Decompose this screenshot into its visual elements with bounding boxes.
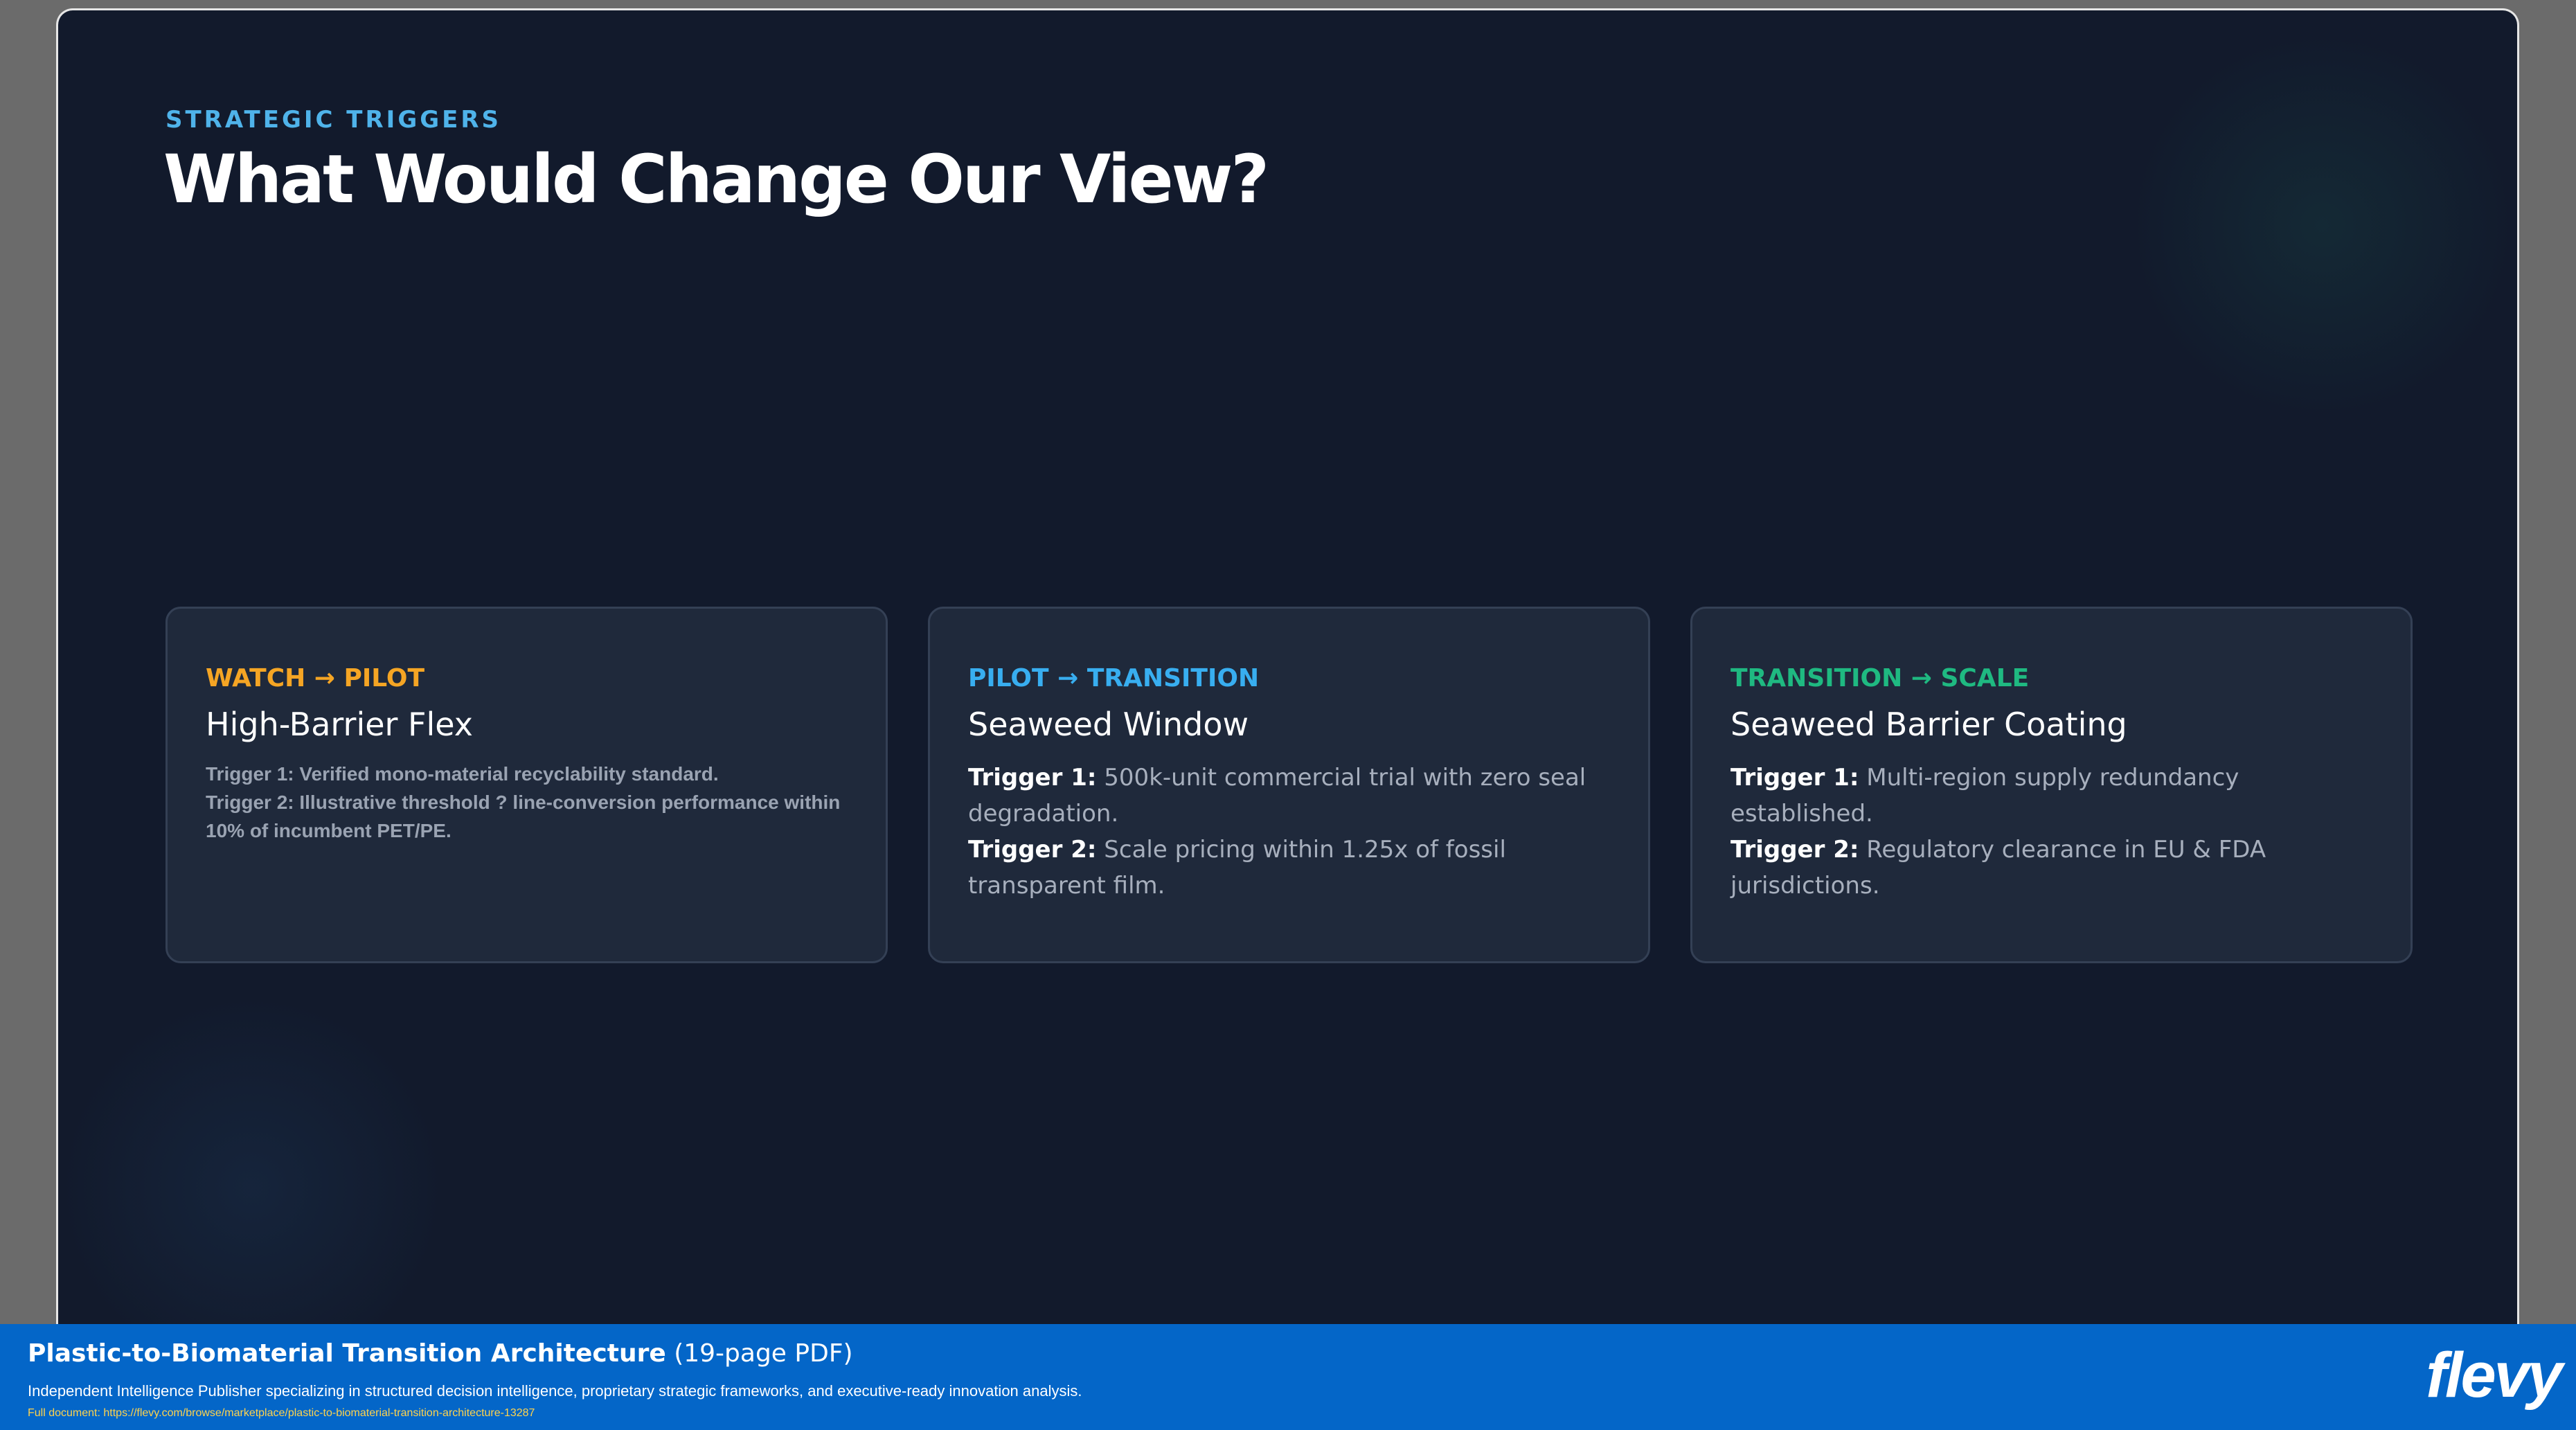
trigger-item: Trigger 2: Regulatory clearance in EU & … — [1730, 832, 2381, 904]
trigger-item: Trigger 1: Multi-region supply redundanc… — [1730, 760, 2381, 832]
stage-label: PILOT → TRANSITION — [968, 664, 1260, 692]
card-title: Seaweed Barrier Coating — [1730, 706, 2127, 743]
page-title: What Would Change Our View? — [163, 141, 1269, 218]
trigger-item: Trigger 2: Illustrative threshold ? line… — [206, 792, 841, 841]
stage-label: WATCH → PILOT — [206, 664, 425, 692]
trigger-label: Trigger 1: — [1730, 764, 1859, 792]
trigger-label: Trigger 2: — [968, 836, 1097, 864]
trigger-label: Trigger 1: — [968, 764, 1097, 792]
document-title: Plastic-to-Biomaterial Transition Archit… — [28, 1339, 853, 1368]
trigger-list: Trigger 1: Multi-region supply redundanc… — [1730, 760, 2381, 904]
trigger-item: Trigger 1: 500k-unit commercial trial wi… — [968, 760, 1619, 832]
document-footer-banner: Plastic-to-Biomaterial Transition Archit… — [0, 1324, 2576, 1430]
slide: STRATEGIC TRIGGERS What Would Change Our… — [56, 8, 2519, 1324]
trigger-card-seaweed-barrier-coating: TRANSITION → SCALE Seaweed Barrier Coati… — [1690, 607, 2413, 963]
trigger-card-seaweed-window: PILOT → TRANSITION Seaweed Window Trigge… — [928, 607, 1650, 963]
trigger-list: Trigger 1: 500k-unit commercial trial wi… — [968, 760, 1619, 904]
stage-label: TRANSITION → SCALE — [1730, 664, 2030, 692]
card-title: Seaweed Window — [968, 706, 1249, 743]
publisher-description: Independent Intelligence Publisher speci… — [28, 1382, 1082, 1400]
card-title: High-Barrier Flex — [206, 706, 474, 743]
trigger-list: Trigger 1: Verified mono-material recycl… — [206, 760, 857, 845]
trigger-label: Trigger 2: — [1730, 836, 1859, 864]
decorative-glow-bottom-left — [58, 994, 446, 1324]
flevy-logo[interactable]: flevy — [2426, 1339, 2563, 1412]
document-name: Plastic-to-Biomaterial Transition Archit… — [28, 1339, 666, 1368]
trigger-item: Trigger 2: Scale pricing within 1.25x of… — [968, 832, 1619, 904]
document-link[interactable]: Full document: https://flevy.com/browse/… — [28, 1407, 535, 1420]
trigger-card-high-barrier-flex: WATCH → PILOT High-Barrier Flex Trigger … — [166, 607, 888, 963]
section-eyebrow: STRATEGIC TRIGGERS — [166, 106, 502, 134]
decorative-glow-top-right — [2129, 31, 2516, 419]
page-count: (19-page PDF) — [665, 1339, 853, 1368]
trigger-item: Trigger 1: Verified mono-material recycl… — [206, 763, 719, 785]
